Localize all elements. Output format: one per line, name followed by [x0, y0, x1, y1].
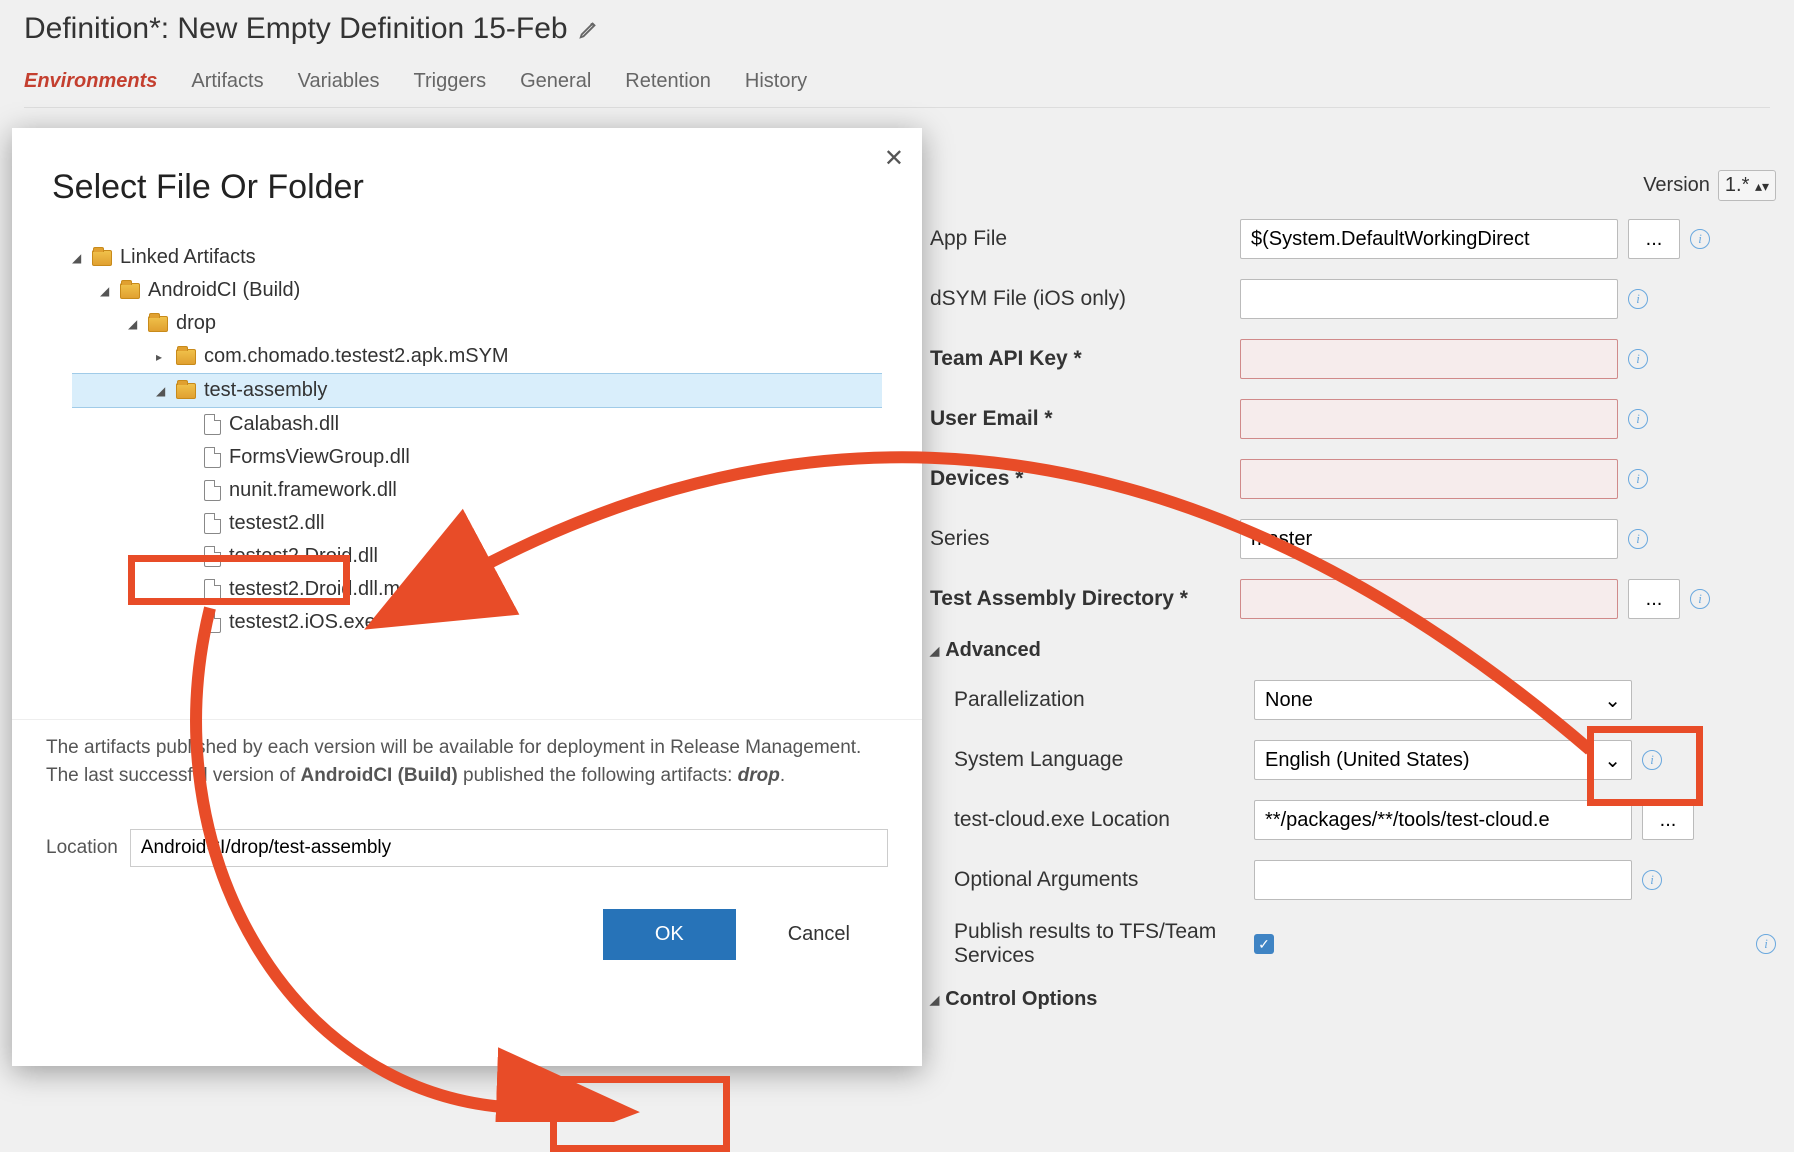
user-email-input[interactable] [1240, 399, 1618, 439]
app-file-label: App File [930, 227, 1230, 251]
tab-variables[interactable]: Variables [298, 70, 380, 93]
task-config-panel: Version 1.* ▴▾ App File ... i dSYM File … [930, 170, 1776, 1029]
tree-file[interactable]: testest2.Droid.dll.mdb [72, 573, 882, 606]
dialog-title: Select File Or Folder [12, 128, 922, 231]
file-icon [204, 447, 221, 468]
optargs-input[interactable] [1254, 860, 1632, 900]
tab-retention[interactable]: Retention [625, 70, 711, 93]
tab-general[interactable]: General [520, 70, 591, 93]
folder-icon [92, 250, 112, 266]
version-select[interactable]: 1.* ▴▾ [1718, 170, 1776, 201]
tree-file[interactable]: nunit.framework.dll [72, 474, 882, 507]
ok-button[interactable]: OK [603, 909, 736, 960]
tcloud-browse-button[interactable]: ... [1642, 800, 1694, 840]
tree-node-apk[interactable]: ▸ com.chomado.testest2.apk.mSYM [72, 340, 882, 373]
info-icon[interactable]: i [1642, 750, 1662, 770]
folder-icon [148, 316, 168, 332]
file-icon [204, 513, 221, 534]
publish-label: Publish results to TFS/Team Services [954, 920, 1244, 968]
tcloud-label: test-cloud.exe Location [954, 808, 1244, 832]
pencil-icon[interactable] [578, 18, 600, 40]
tab-history[interactable]: History [745, 70, 807, 93]
app-file-browse-button[interactable]: ... [1628, 219, 1680, 259]
dsym-label: dSYM File (iOS only) [930, 287, 1230, 311]
tab-bar: Environments Artifacts Variables Trigger… [24, 64, 1770, 108]
dsym-input[interactable] [1240, 279, 1618, 319]
test-assembly-browse-button[interactable]: ... [1628, 579, 1680, 619]
test-assembly-label: Test Assembly Directory * [930, 587, 1230, 611]
file-icon [204, 546, 221, 567]
series-input[interactable] [1240, 519, 1618, 559]
tree-node-linked-artifacts[interactable]: ◢ Linked Artifacts [72, 241, 882, 274]
file-icon [204, 612, 221, 633]
devices-input[interactable] [1240, 459, 1618, 499]
tree-file[interactable]: testest2.dll [72, 507, 882, 540]
select-file-folder-dialog: ✕ Select File Or Folder ◢ Linked Artifac… [12, 128, 922, 1066]
definition-title-text: Definition*: New Empty Definition 15-Feb [24, 12, 568, 46]
info-icon[interactable]: i [1690, 589, 1710, 609]
test-assembly-input[interactable] [1240, 579, 1618, 619]
version-label: Version [1643, 174, 1710, 197]
close-icon[interactable]: ✕ [884, 144, 904, 173]
artifact-tree: ◢ Linked Artifacts ◢ AndroidCI (Build) ◢… [12, 231, 922, 639]
tab-environments[interactable]: Environments [24, 70, 157, 93]
syslang-label: System Language [954, 748, 1244, 772]
folder-icon [176, 383, 196, 399]
devices-label: Devices * [930, 467, 1230, 491]
file-icon [204, 579, 221, 600]
cancel-button[interactable]: Cancel [750, 909, 888, 960]
annotation-highlight [550, 1076, 730, 1152]
user-email-label: User Email * [930, 407, 1230, 431]
page-title: Definition*: New Empty Definition 15-Feb [24, 12, 1770, 46]
tree-file[interactable]: Calabash.dll [72, 408, 882, 441]
tcloud-input[interactable] [1254, 800, 1632, 840]
control-options-header[interactable]: ◢Control Options [930, 988, 1776, 1011]
info-icon[interactable]: i [1690, 229, 1710, 249]
tree-node-drop[interactable]: ◢ drop [72, 307, 882, 340]
info-icon[interactable]: i [1628, 289, 1648, 309]
location-input[interactable] [130, 829, 888, 867]
publish-checkbox[interactable]: ✓ [1254, 934, 1274, 954]
team-api-label: Team API Key * [930, 347, 1230, 371]
series-label: Series [930, 527, 1230, 551]
info-icon[interactable]: i [1642, 870, 1662, 890]
syslang-select[interactable]: English (United States)⌄ [1254, 740, 1632, 780]
parallel-select[interactable]: None⌄ [1254, 680, 1632, 720]
file-icon [204, 480, 221, 501]
app-file-input[interactable] [1240, 219, 1618, 259]
info-icon[interactable]: i [1628, 469, 1648, 489]
team-api-input[interactable] [1240, 339, 1618, 379]
tree-node-test-assembly[interactable]: ◢ test-assembly [72, 373, 882, 408]
info-icon[interactable]: i [1756, 934, 1776, 954]
optargs-label: Optional Arguments [954, 868, 1244, 892]
tree-node-build[interactable]: ◢ AndroidCI (Build) [72, 274, 882, 307]
info-icon[interactable]: i [1628, 349, 1648, 369]
info-icon[interactable]: i [1628, 529, 1648, 549]
parallel-label: Parallelization [954, 688, 1244, 712]
advanced-section-header[interactable]: ◢Advanced [930, 639, 1776, 662]
info-icon[interactable]: i [1628, 409, 1648, 429]
tree-file[interactable]: testest2.iOS.exe [72, 606, 882, 639]
folder-icon [120, 283, 140, 299]
tab-triggers[interactable]: Triggers [414, 70, 487, 93]
folder-icon [176, 349, 196, 365]
tree-file[interactable]: FormsViewGroup.dll [72, 441, 882, 474]
tab-artifacts[interactable]: Artifacts [191, 70, 263, 93]
location-label: Location [46, 837, 118, 859]
dialog-note: The artifacts published by each version … [12, 719, 922, 803]
tree-file[interactable]: testest2.Droid.dll [72, 540, 882, 573]
file-icon [204, 414, 221, 435]
